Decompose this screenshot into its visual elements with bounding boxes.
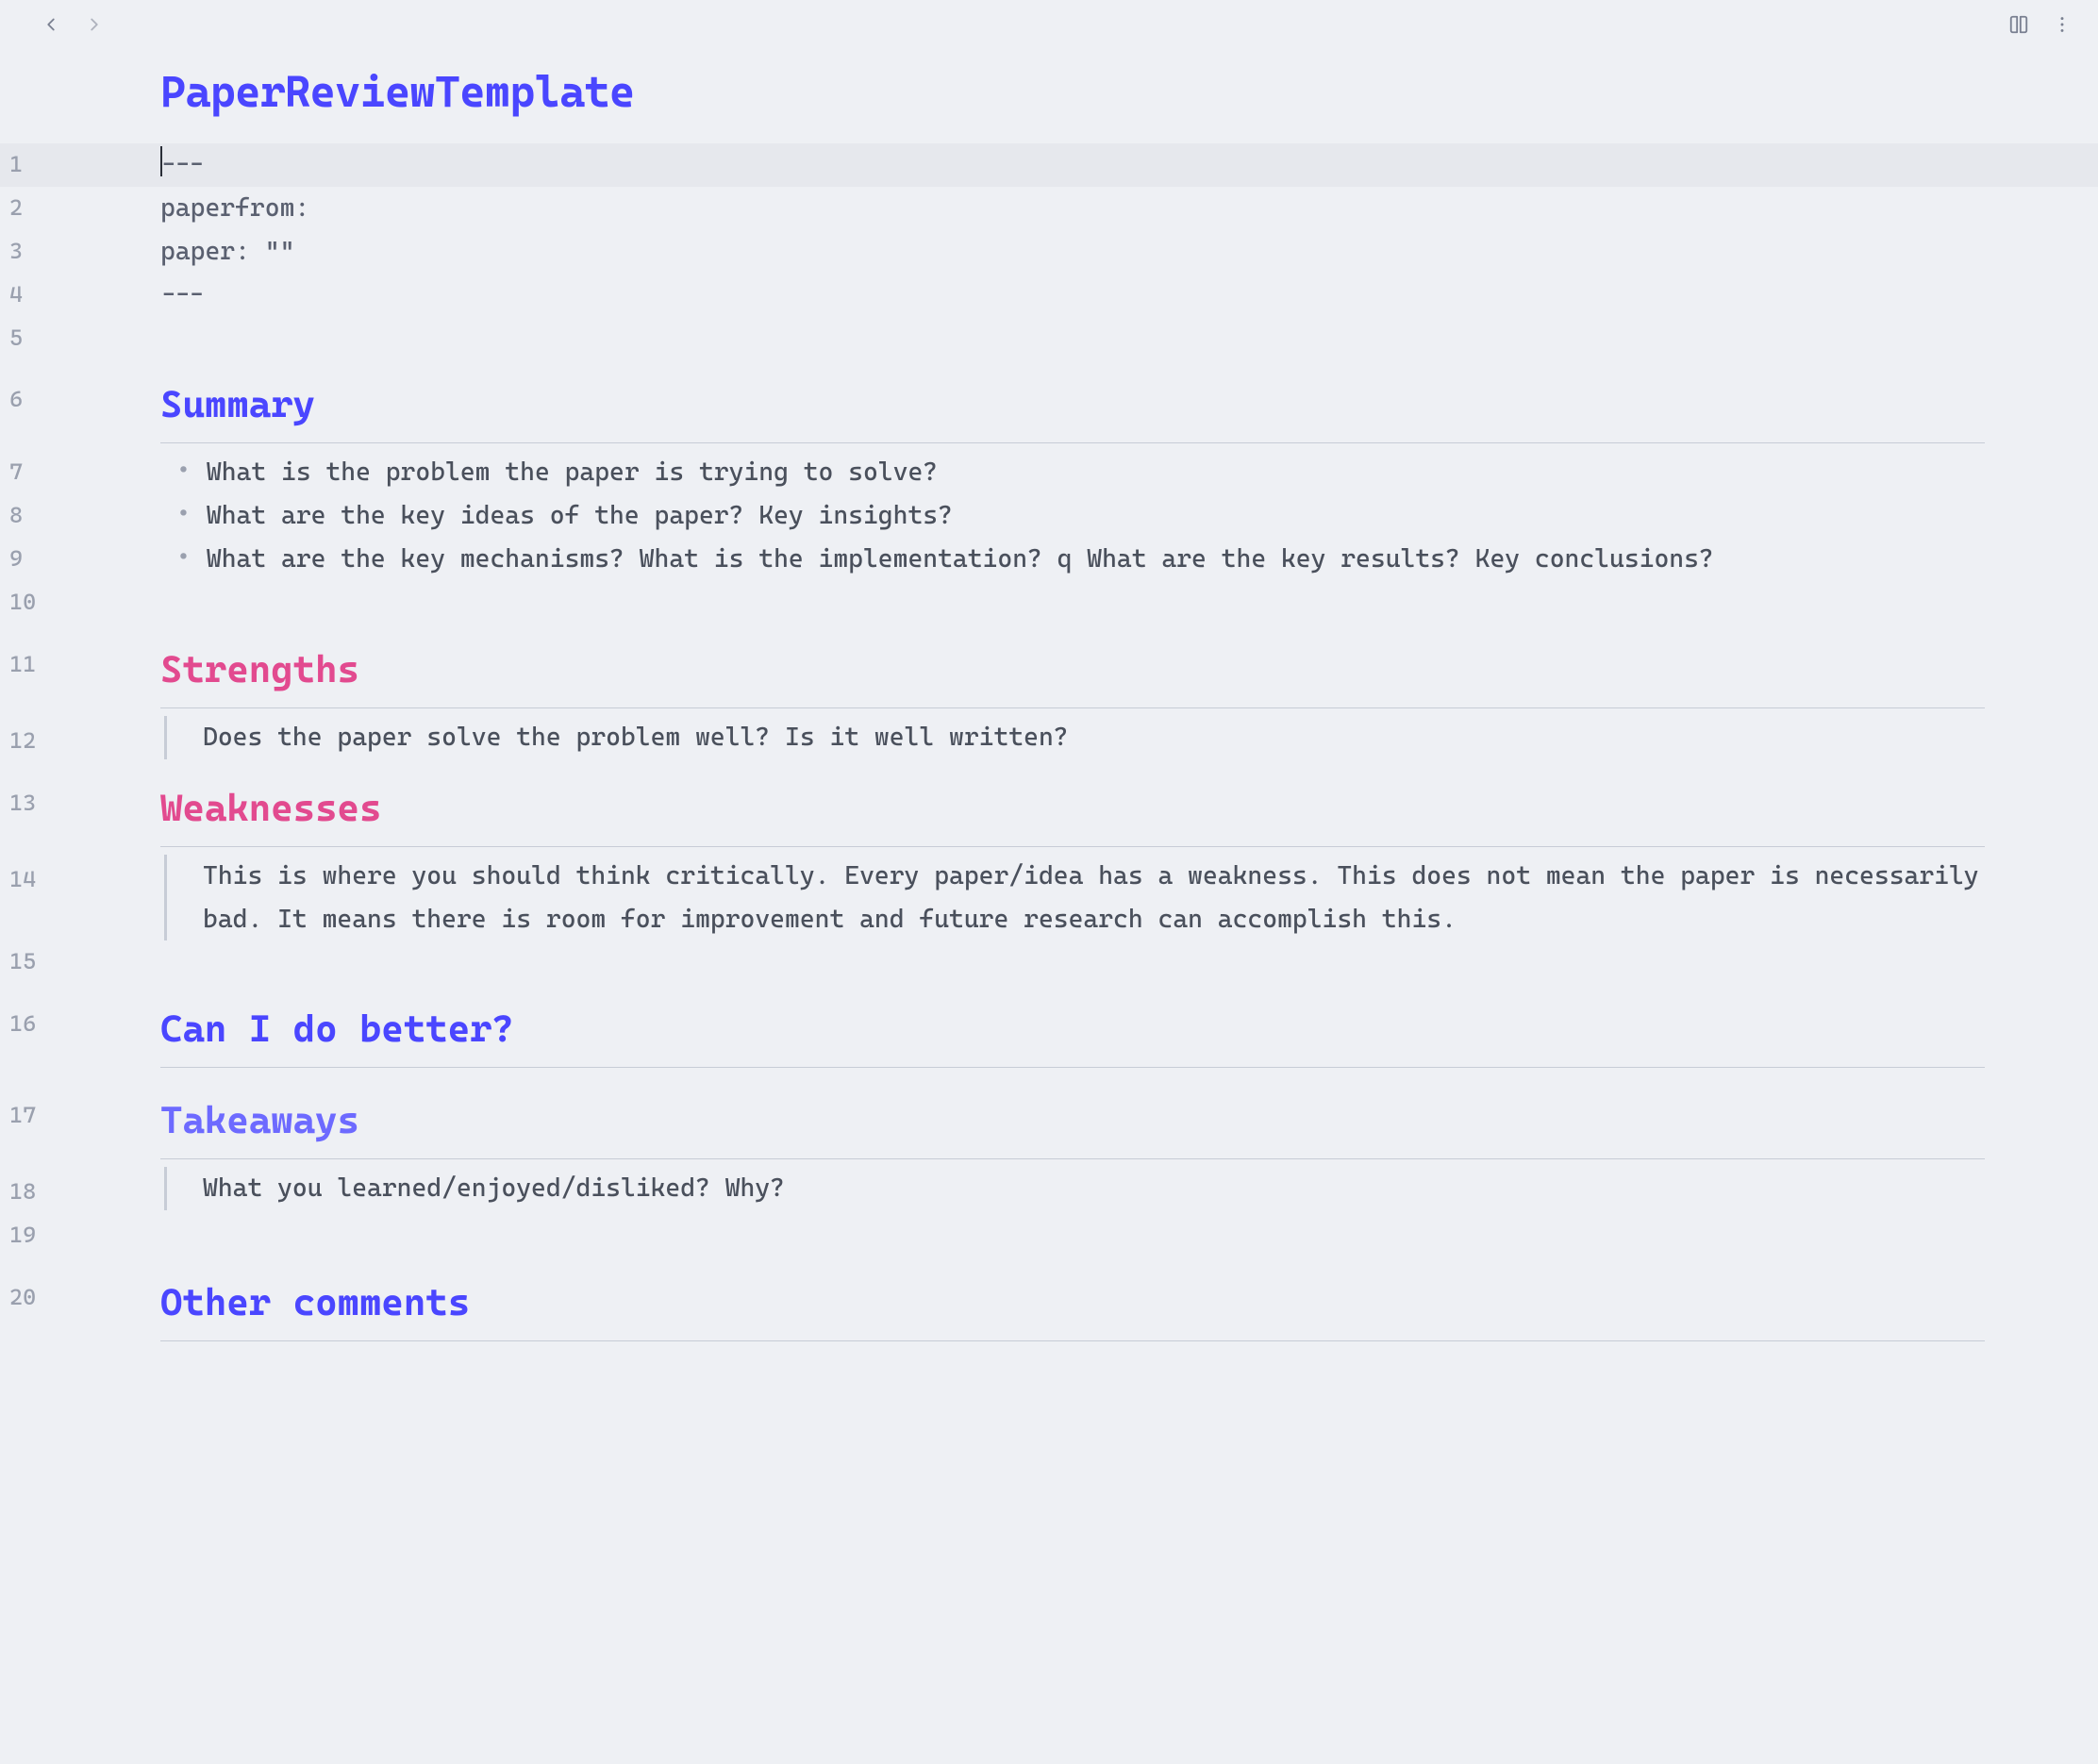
heading-can-i-do-better: Can I do better? <box>160 997 1985 1068</box>
editor-line[interactable]: 9 • What are the key mechanisms? What is… <box>0 538 2098 581</box>
editor-body[interactable]: 1 --- 2 paperfrom: 3 paper: "" 4 --- 5 6… <box>0 143 2098 1349</box>
editor-line[interactable]: 14 This is where you should think critic… <box>0 855 2098 941</box>
editor-line[interactable]: 5 <box>0 317 2098 360</box>
frontmatter-line: paper: "" <box>160 230 2098 274</box>
page-title[interactable]: PaperReviewTemplate <box>160 66 2060 117</box>
editor-line[interactable]: 11 Strengths <box>0 624 2098 716</box>
line-number: 2 <box>0 187 160 230</box>
editor-line[interactable]: 18 What you learned/enjoyed/disliked? Wh… <box>0 1167 2098 1214</box>
blockquote: This is where you should think criticall… <box>164 855 2098 941</box>
bullet-icon: • <box>160 538 190 581</box>
editor-line[interactable]: 13 Weaknesses <box>0 763 2098 855</box>
blockquote: What you learned/enjoyed/disliked? Why? <box>164 1167 2098 1210</box>
line-number: 9 <box>0 538 160 581</box>
list-item: What is the problem the paper is trying … <box>207 451 1985 494</box>
frontmatter-close: --- <box>160 274 2098 317</box>
editor-line[interactable]: 8 • What are the key ideas of the paper?… <box>0 494 2098 538</box>
editor-line[interactable]: 17 Takeaways <box>0 1075 2098 1167</box>
bullet-icon: • <box>160 451 190 494</box>
editor-line[interactable]: 19 <box>0 1214 2098 1257</box>
line-number: 14 <box>0 855 160 902</box>
line-number: 16 <box>0 984 160 1052</box>
line-number: 3 <box>0 230 160 274</box>
line-number: 13 <box>0 763 160 831</box>
editor-line[interactable]: 4 --- <box>0 274 2098 317</box>
editor-line[interactable]: 15 <box>0 940 2098 984</box>
frontmatter-open: --- <box>160 150 205 179</box>
forward-icon[interactable] <box>81 11 108 38</box>
line-number: 10 <box>0 581 160 624</box>
line-number: 8 <box>0 494 160 538</box>
toolbar <box>0 0 2098 43</box>
editor-line[interactable]: 16 Can I do better? <box>0 984 2098 1075</box>
line-number: 18 <box>0 1167 160 1214</box>
line-number: 6 <box>0 359 160 427</box>
heading-summary: Summary <box>160 373 1985 443</box>
editor-line[interactable]: 1 --- <box>0 143 2098 187</box>
line-number: 1 <box>0 143 160 187</box>
bullet-icon: • <box>160 494 190 538</box>
editor-line[interactable]: 10 <box>0 581 2098 624</box>
editor-line[interactable]: 3 paper: "" <box>0 230 2098 274</box>
editor-line[interactable]: 12 Does the paper solve the problem well… <box>0 716 2098 763</box>
heading-other-comments: Other comments <box>160 1271 1985 1341</box>
document: PaperReviewTemplate 1 --- 2 paperfrom: 3… <box>0 43 2098 1406</box>
line-number: 4 <box>0 274 160 317</box>
line-number: 17 <box>0 1075 160 1143</box>
line-number: 11 <box>0 624 160 692</box>
line-number: 15 <box>0 940 160 984</box>
line-number: 7 <box>0 451 160 494</box>
line-number: 20 <box>0 1257 160 1325</box>
line-number: 5 <box>0 317 160 360</box>
editor-line[interactable]: 7 • What is the problem the paper is try… <box>0 451 2098 494</box>
line-number: 19 <box>0 1214 160 1257</box>
list-item: What are the key mechanisms? What is the… <box>207 538 1985 581</box>
reading-mode-icon[interactable] <box>2006 11 2032 38</box>
line-number: 12 <box>0 716 160 763</box>
back-icon[interactable] <box>38 11 64 38</box>
heading-takeaways: Takeaways <box>160 1089 1985 1159</box>
frontmatter-line: paperfrom: <box>160 187 2098 230</box>
editor-line[interactable]: 6 Summary <box>0 359 2098 451</box>
list-item: What are the key ideas of the paper? Key… <box>207 494 1985 538</box>
blockquote: Does the paper solve the problem well? I… <box>164 716 2098 759</box>
editor-line[interactable]: 20 Other comments <box>0 1257 2098 1349</box>
editor-line[interactable]: 2 paperfrom: <box>0 187 2098 230</box>
heading-weaknesses: Weaknesses <box>160 776 1985 847</box>
heading-strengths: Strengths <box>160 638 1985 708</box>
more-options-icon[interactable] <box>2049 11 2075 38</box>
